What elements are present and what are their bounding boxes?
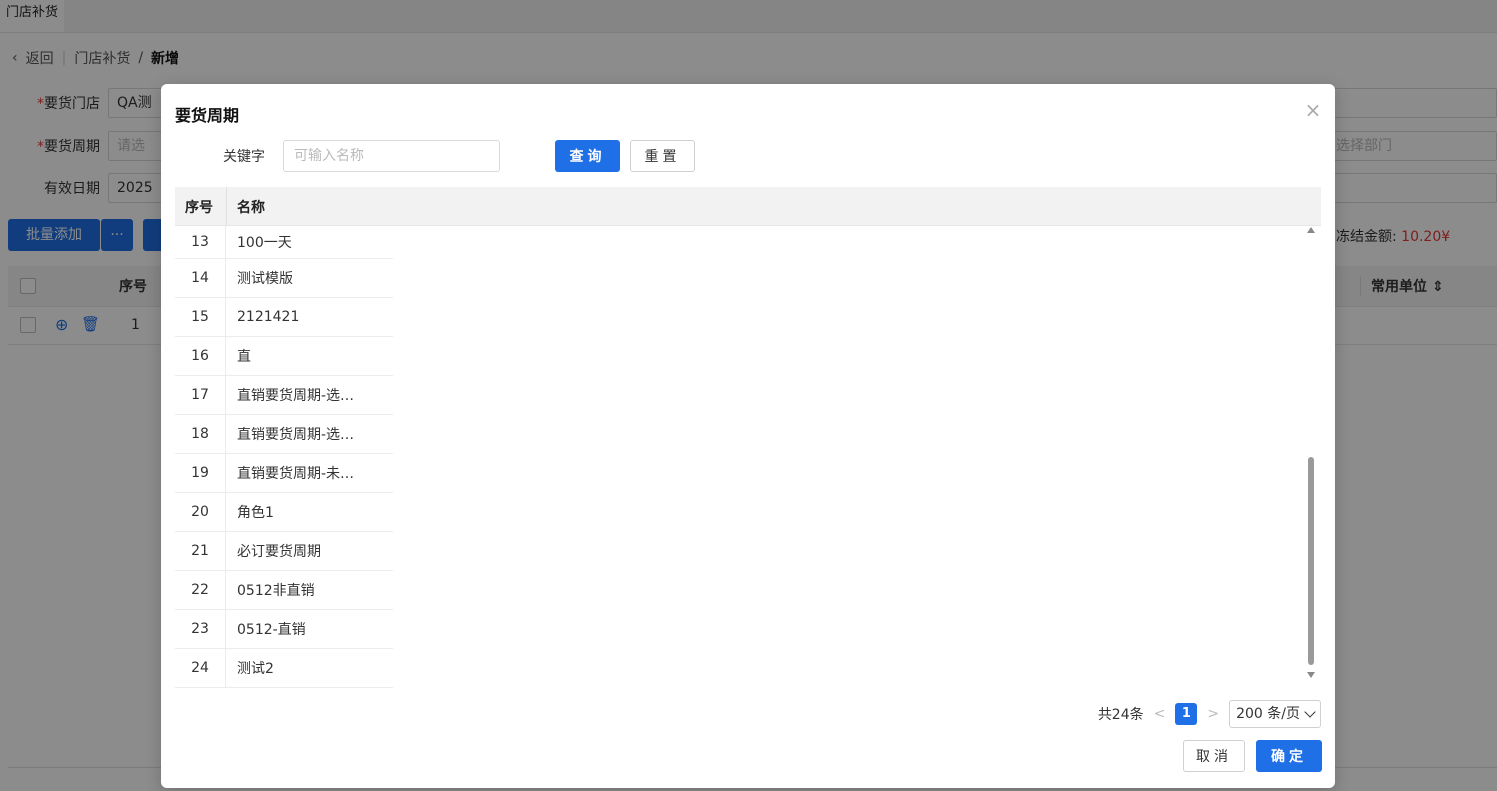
table-row[interactable]: 21 必订要货周期 [175, 532, 393, 571]
row-name: 0512非直销 [237, 583, 315, 599]
next-page-icon[interactable]: > [1207, 706, 1219, 722]
pagination: 共24条 < 1 > 200 条/页 [1098, 700, 1321, 728]
cancel-button[interactable]: 取消 [1183, 740, 1245, 772]
table-row[interactable]: 23 0512-直销 [175, 610, 393, 649]
row-name: 必订要货周期 [237, 544, 321, 560]
row-no: 16 [175, 337, 226, 375]
page-size-select[interactable]: 200 条/页 [1229, 700, 1321, 728]
reset-button[interactable]: 重置 [630, 140, 695, 172]
row-no: 17 [175, 376, 226, 414]
row-no: 24 [175, 649, 226, 687]
table-row[interactable]: 22 0512非直销 [175, 571, 393, 610]
table-row[interactable]: 15 2121421 [175, 298, 393, 337]
confirm-button[interactable]: 确定 [1256, 740, 1322, 772]
row-name: 0512-直销 [237, 622, 306, 638]
row-no: 21 [175, 532, 226, 570]
row-name: 测试模版 [237, 271, 293, 287]
row-name: 2121421 [237, 309, 300, 325]
row-name: 直销要货周期-选… [237, 388, 355, 404]
row-no: 15 [175, 298, 226, 336]
col-header-no: 序号 [185, 200, 213, 216]
table-row[interactable]: 17 直销要货周期-选… [175, 376, 393, 415]
row-name: 100一天 [237, 235, 292, 251]
row-name: 测试2 [237, 661, 274, 677]
row-no: 20 [175, 493, 226, 531]
cycle-table-body: 13 100一天 14 测试模版 15 2121421 16 直 17 直销要货周期-选… 18 直销… [175, 226, 393, 688]
table-row[interactable]: 14 测试模版 [175, 259, 393, 298]
keyword-input[interactable] [283, 140, 500, 172]
row-name: 直 [237, 349, 251, 365]
table-row[interactable]: 19 直销要货周期-未… [175, 454, 393, 493]
query-button[interactable]: 查询 [555, 140, 620, 172]
table-row[interactable]: 16 直 [175, 337, 393, 376]
row-no: 22 [175, 571, 226, 609]
row-no: 14 [175, 259, 226, 297]
modal-title: 要货周期 [175, 106, 240, 125]
table-row[interactable]: 18 直销要货周期-选… [175, 415, 393, 454]
col-divider [226, 187, 227, 225]
scroll-down-icon[interactable] [1307, 672, 1315, 678]
cycle-table: 序号 名称 13 100一天 14 测试模版 15 2121421 16 直 17 直销要货周期-… [175, 187, 1321, 688]
row-no: 23 [175, 610, 226, 648]
close-icon[interactable]: × [1303, 100, 1323, 120]
row-no: 18 [175, 415, 226, 453]
row-no: 13 [175, 226, 226, 258]
cycle-table-header: 序号 名称 [175, 187, 1321, 226]
row-name: 直销要货周期-未… [237, 466, 355, 482]
keyword-label: 关键字 [223, 149, 265, 165]
scroll-up-icon[interactable] [1307, 227, 1315, 233]
col-header-name: 名称 [237, 200, 265, 216]
table-row[interactable]: 24 测试2 [175, 649, 393, 688]
row-no: 19 [175, 454, 226, 492]
page-1-button[interactable]: 1 [1175, 703, 1198, 725]
table-row[interactable]: 20 角色1 [175, 493, 393, 532]
row-name: 直销要货周期-选… [237, 427, 355, 443]
row-name: 角色1 [237, 505, 274, 521]
table-scrollbar[interactable] [1305, 225, 1317, 680]
prev-page-icon[interactable]: < [1154, 706, 1166, 722]
scroll-thumb[interactable] [1308, 457, 1314, 665]
page-size-value: 200 条/页 [1236, 706, 1300, 722]
table-row[interactable]: 13 100一天 [175, 226, 393, 259]
total-count: 共24条 [1097, 707, 1144, 723]
cycle-modal: 要货周期 × 关键字 查询 重置 序号 名称 13 100一天 14 测试模版 15 21… [161, 84, 1335, 788]
chevron-down-icon [1304, 706, 1316, 718]
